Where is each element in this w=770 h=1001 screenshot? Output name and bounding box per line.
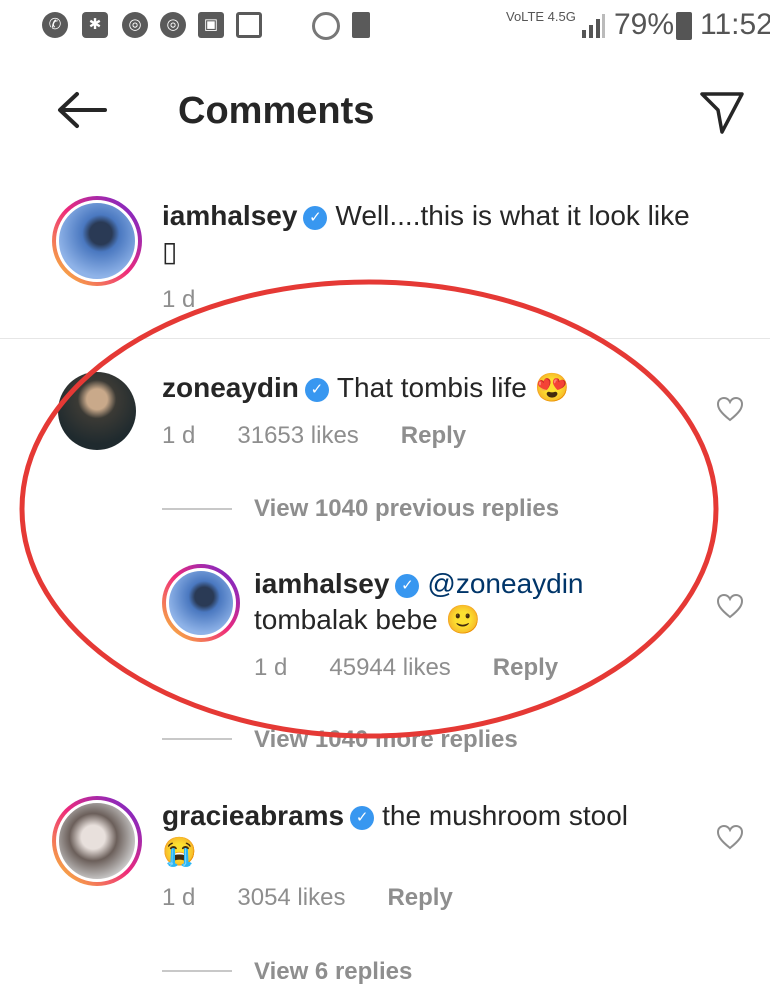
back-button[interactable] — [55, 90, 107, 137]
caption-username[interactable]: iamhalsey — [162, 200, 297, 231]
sd-card-icon — [352, 12, 370, 38]
arrow-left-icon — [58, 92, 107, 128]
picture-icon: ▣ — [198, 12, 224, 38]
like-button[interactable] — [716, 593, 744, 624]
file-icon — [236, 12, 262, 38]
network-label: VoLTE 4.5G — [506, 9, 576, 24]
share-button[interactable] — [698, 88, 746, 136]
bug-icon: ✱ — [82, 12, 108, 38]
page-title: Comments — [178, 90, 375, 132]
paper-plane-icon — [700, 92, 744, 134]
battery-percent: 79% — [614, 8, 675, 41]
reply-button[interactable]: Reply — [387, 884, 452, 911]
signal-icon — [580, 14, 606, 38]
chrome-icon: ◎ — [122, 12, 148, 38]
comment-text: gracieabrams ✓ the mushroom stool 😭 — [162, 798, 682, 870]
clock: 11:52 — [700, 8, 770, 41]
like-button[interactable] — [716, 396, 744, 427]
divider — [162, 970, 232, 972]
verified-icon: ✓ — [303, 205, 328, 230]
comment-meta: 1 d 3054 likes Reply — [162, 884, 495, 912]
heart-icon — [716, 824, 744, 850]
status-bar: ✆ ✱ ◎ ◎ ▣ VoLTE 4.5G 79% 11:52 — [0, 0, 770, 52]
view-replies[interactable]: View 6 replies — [254, 958, 412, 986]
whatsapp-icon: ✆ — [42, 12, 68, 38]
annotation-oval — [19, 279, 719, 739]
heart-icon — [716, 593, 744, 619]
verified-icon: ✓ — [350, 805, 375, 830]
comment-time: 1 d — [162, 884, 196, 911]
avatar[interactable] — [52, 196, 142, 286]
chrome-icon: ◎ — [160, 12, 186, 38]
caption-text: iamhalsey ✓ Well....this is what it look l… — [162, 198, 692, 270]
comment-emoji: 😭 — [162, 836, 197, 867]
battery-icon — [676, 12, 692, 40]
comment-body: the mushroom stool — [382, 800, 628, 831]
comment-username[interactable]: gracieabrams — [162, 800, 344, 831]
heart-icon — [716, 396, 744, 422]
comment-likes[interactable]: 3054 likes — [237, 884, 345, 911]
avatar[interactable] — [52, 796, 142, 886]
target-icon — [312, 12, 340, 40]
like-button[interactable] — [716, 824, 744, 855]
